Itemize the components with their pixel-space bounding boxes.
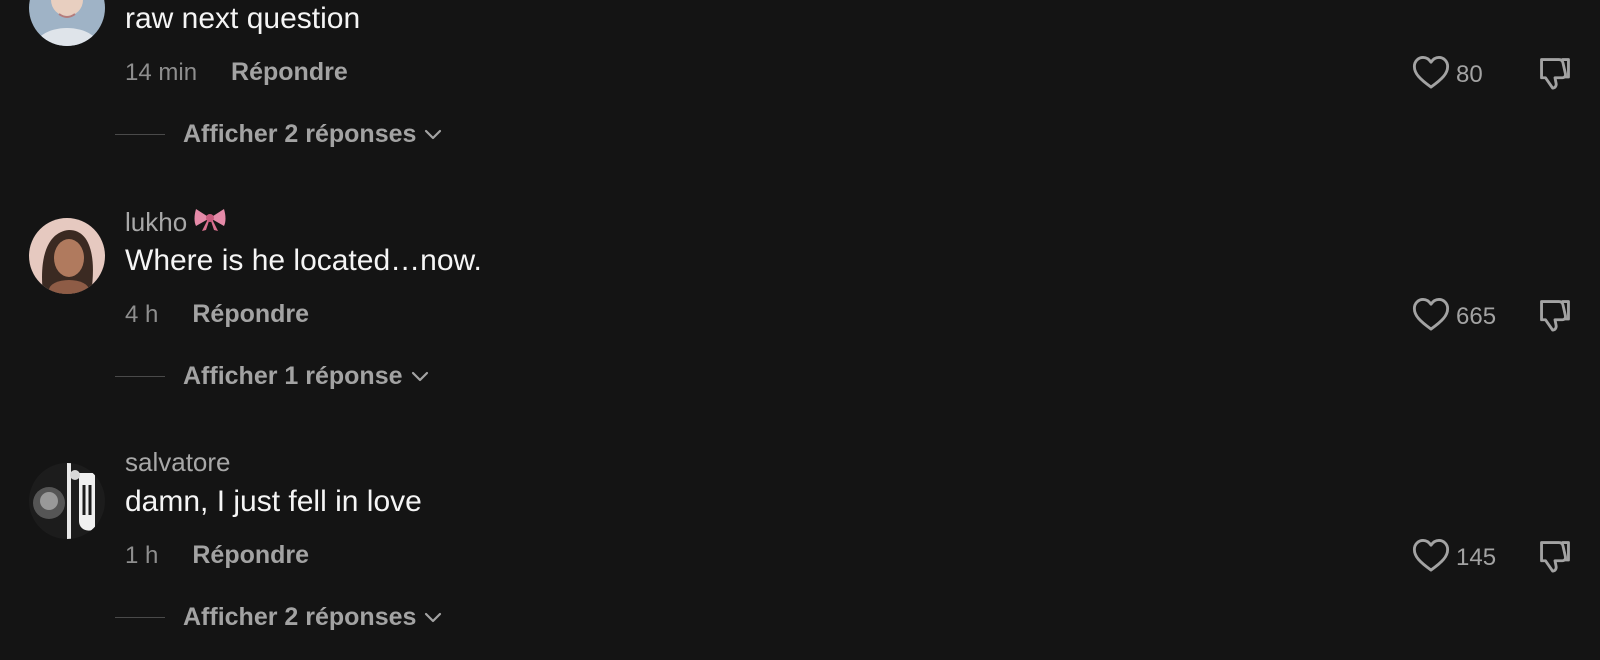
heart-outline-icon [1412,296,1450,337]
comment-text: damn, I just fell in love [125,485,422,518]
thumbs-down-icon [1536,541,1574,579]
view-replies-button[interactable]: Afficher 1 réponse [115,362,429,391]
avatar[interactable] [29,218,105,294]
comment-username[interactable]: salvatore [125,447,231,478]
heart-outline-icon [1412,537,1450,578]
dislike-button[interactable] [1536,296,1574,339]
thumbs-down-icon [1536,58,1574,96]
like-button[interactable]: 80 [1412,54,1483,95]
like-count: 80 [1456,60,1483,88]
view-replies-label: Afficher 2 réponses [183,120,417,148]
dislike-button[interactable] [1536,537,1574,580]
dislike-button[interactable] [1536,54,1574,97]
chevron-down-icon [424,129,442,141]
heart-outline-icon [1412,54,1450,95]
username-text: lukho [125,207,188,237]
comment-time: 14 min [125,58,198,86]
comment-meta: 1 h Répondre [125,541,309,570]
comment-time: 4 h [125,300,159,328]
view-replies-button[interactable]: Afficher 2 réponses [115,120,442,149]
reply-button[interactable]: Répondre [192,300,309,329]
comment-text: raw next question [125,2,361,35]
like-button[interactable]: 145 [1412,537,1496,578]
reply-button[interactable]: Répondre [231,58,348,87]
like-button[interactable]: 665 [1412,296,1496,337]
thumbs-down-icon [1536,300,1574,338]
comment-meta: 14 min Répondre [125,58,348,87]
comment-meta: 4 h Répondre [125,300,309,329]
comment-time: 1 h [125,541,159,569]
username-text: salvatore [125,447,231,477]
divider [115,376,165,377]
chevron-down-icon [424,612,442,624]
avatar[interactable] [29,0,105,46]
view-replies-label: Afficher 1 réponse [183,362,403,390]
comment-text: Where is he located…now. [125,244,482,277]
comment-username[interactable]: lukho [125,206,227,239]
divider [115,617,165,618]
view-replies-button[interactable]: Afficher 2 réponses [115,603,442,632]
like-count: 145 [1456,543,1497,571]
view-replies-label: Afficher 2 réponses [183,603,417,631]
chevron-down-icon [411,371,429,383]
divider [115,134,165,135]
reply-button[interactable]: Répondre [192,541,309,570]
avatar[interactable] [29,463,105,539]
bow-emoji-icon [193,206,227,239]
like-count: 665 [1456,302,1497,330]
